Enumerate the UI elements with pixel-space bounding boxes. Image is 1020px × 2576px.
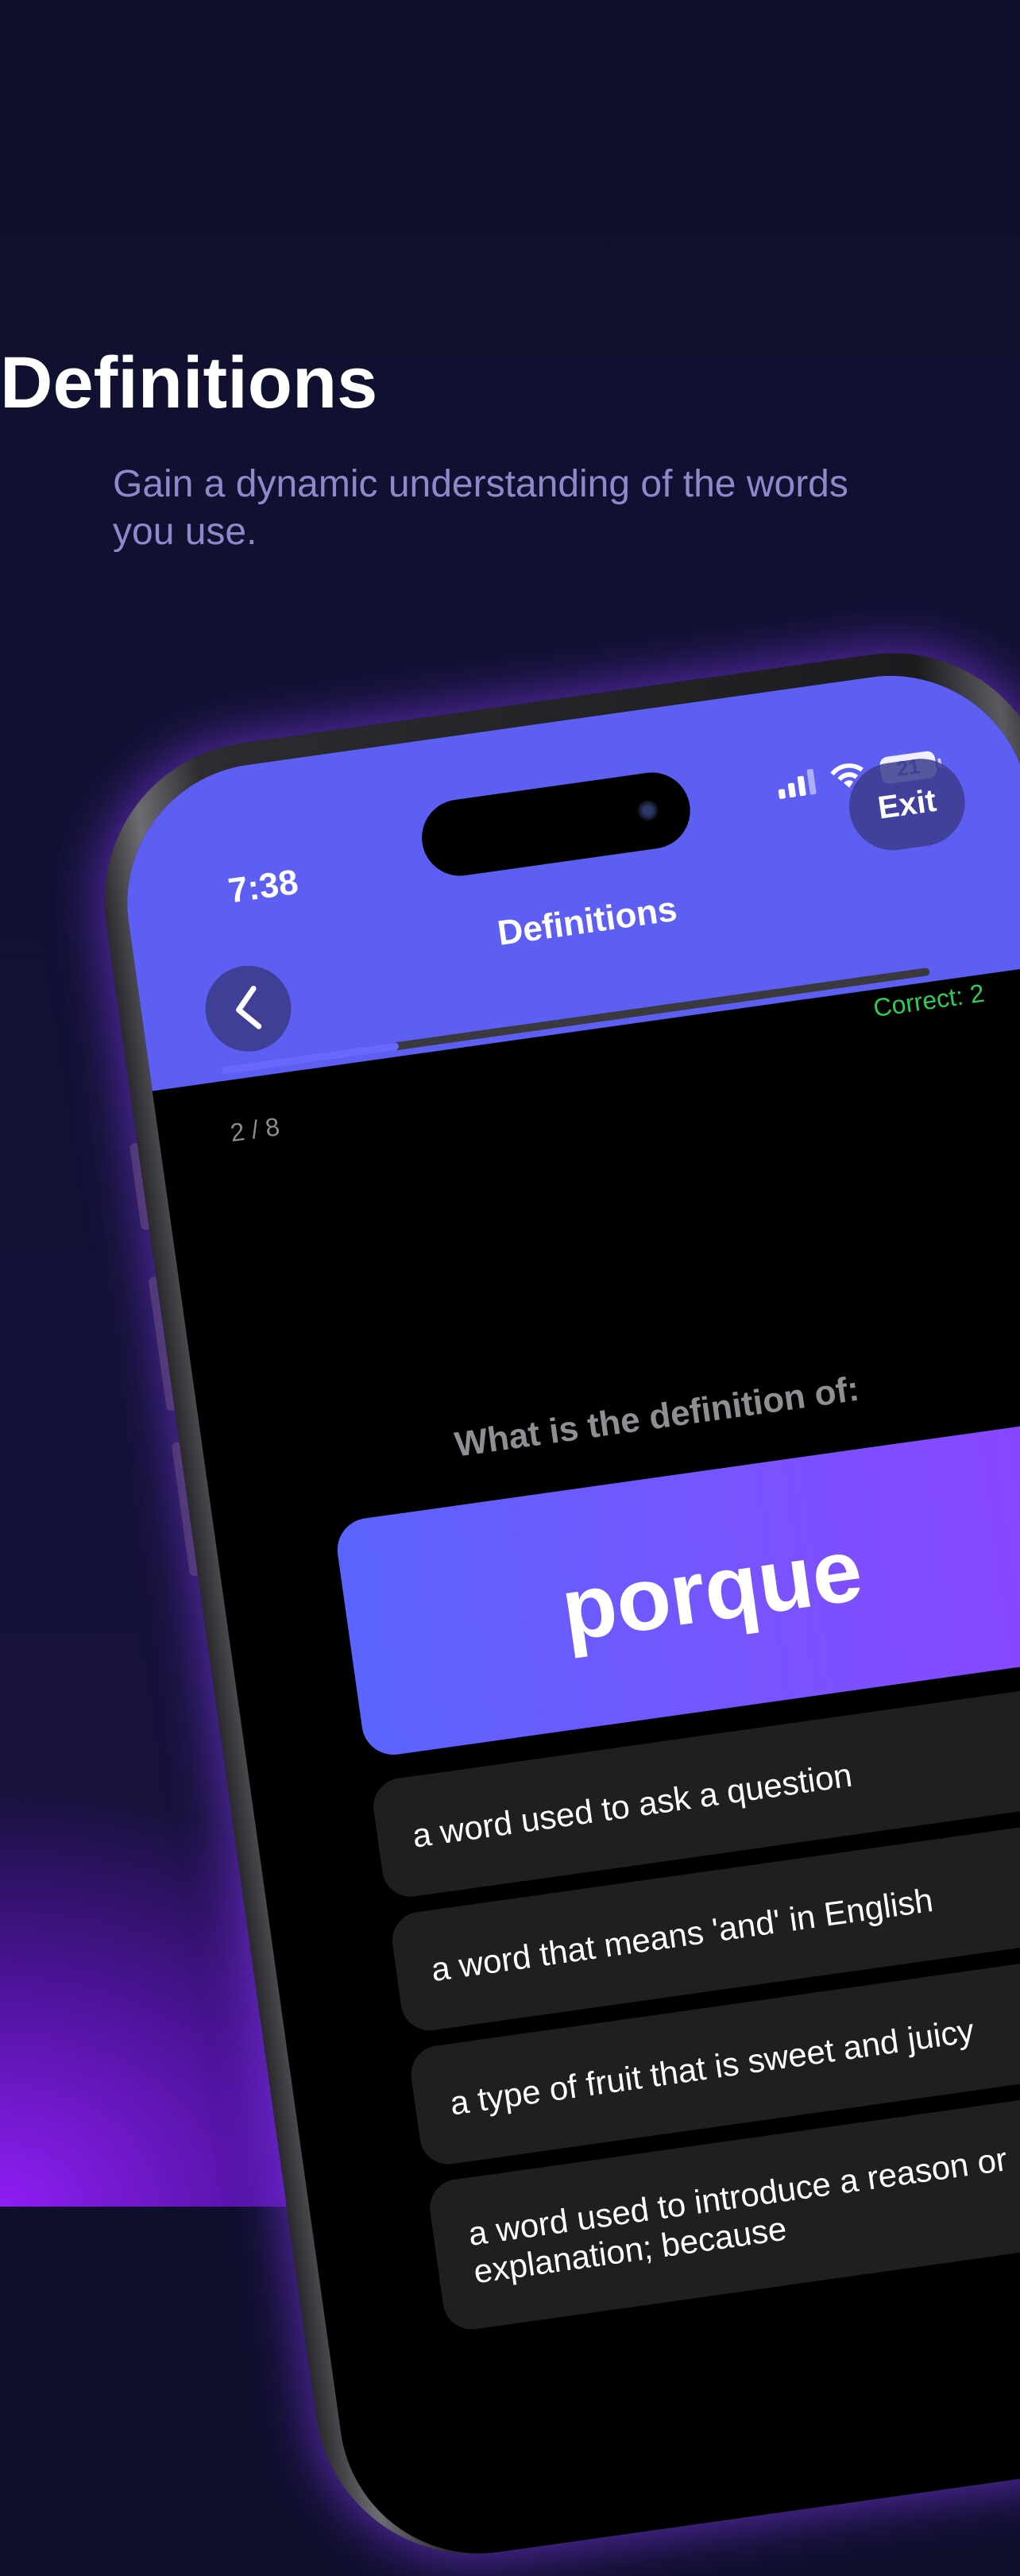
question-count: 2 / 8 <box>228 1111 282 1148</box>
phone-screen: 7:38 21 Exit Definit <box>109 658 1020 2572</box>
hero-subtitle: Gain a dynamic understanding of the word… <box>113 463 848 553</box>
signal-icon <box>776 767 817 800</box>
camera-icon <box>636 798 660 822</box>
status-time: 7:38 <box>226 862 301 911</box>
hero-title: Definitions <box>0 342 378 423</box>
dynamic-island <box>416 767 695 881</box>
phone-mockup: 7:38 21 Exit Definit <box>83 632 1020 2575</box>
